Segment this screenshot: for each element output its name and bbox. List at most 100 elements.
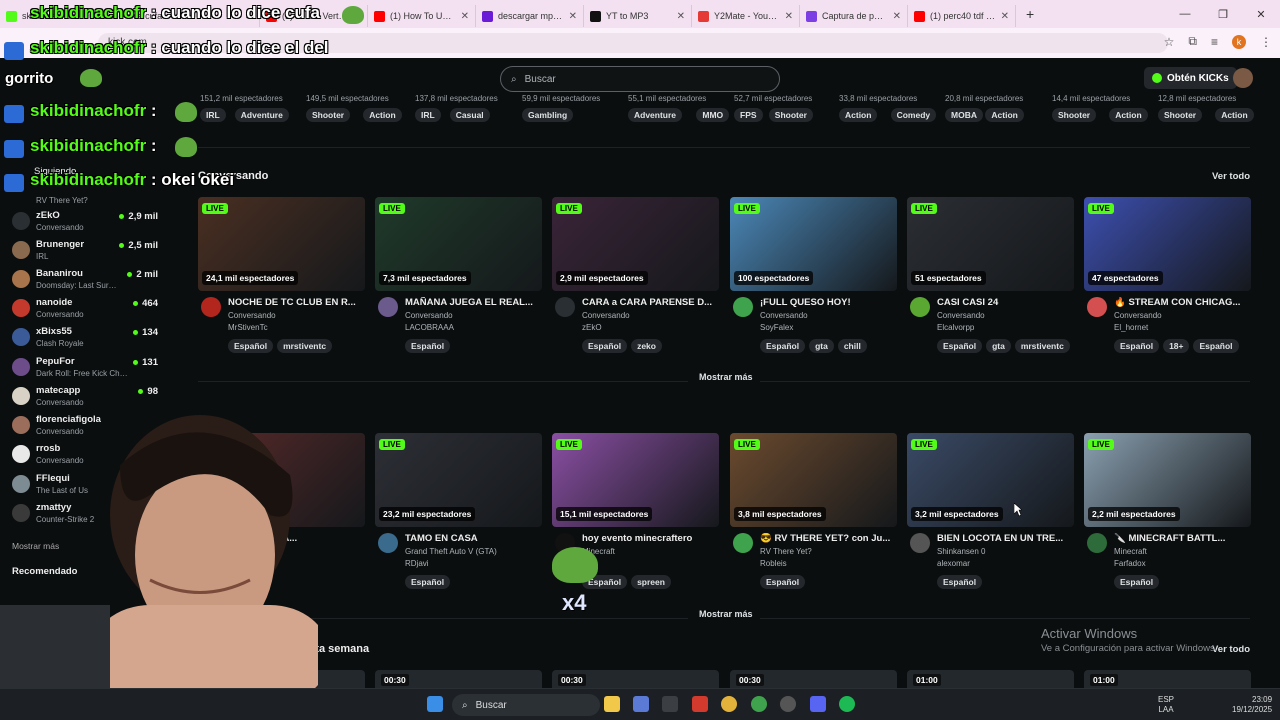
stream-tag[interactable]: Español: [1193, 339, 1239, 353]
channel-name[interactable]: MrStivenTc: [228, 323, 268, 332]
stream-tag[interactable]: Español: [760, 575, 806, 589]
browser-tab[interactable]: YT to MP3 ✕: [584, 5, 692, 27]
channel-avatar[interactable]: [1087, 533, 1107, 553]
category-tag[interactable]: Shooter: [306, 108, 351, 122]
stream-thumbnail[interactable]: LIVE 51 espectadores: [907, 197, 1074, 291]
stream-tag[interactable]: Español: [405, 575, 451, 589]
stream-title[interactable]: CASI CASI 24: [937, 297, 1073, 308]
app-icon-w[interactable]: [692, 696, 708, 712]
stream-thumbnail[interactable]: LIVE 47 espectadores: [1084, 197, 1251, 291]
stream-tag[interactable]: Español: [405, 339, 451, 353]
discord-icon[interactable]: [810, 696, 826, 712]
chrome-icon[interactable]: [721, 696, 737, 712]
taskbar-search[interactable]: ⌕ Buscar: [452, 694, 600, 716]
category-tag[interactable]: Action: [985, 108, 1024, 122]
stream-card[interactable]: LIVE 100 espectadores ¡FULL QUESO HOY! Conv…: [730, 197, 897, 367]
tab-close-icon[interactable]: ✕: [677, 11, 685, 22]
stream-tag[interactable]: spreen: [631, 575, 671, 589]
stream-tag[interactable]: Español: [937, 575, 983, 589]
stream-category[interactable]: Shinkansen 0: [937, 547, 985, 556]
close-window-icon[interactable]: ✕: [1242, 8, 1280, 21]
stream-thumbnail[interactable]: LIVE 24,1 mil espectadores: [198, 197, 365, 291]
channel-name[interactable]: El_hornet: [1114, 323, 1148, 332]
category-tag[interactable]: Shooter: [768, 108, 813, 122]
stream-tag[interactable]: zeko: [631, 339, 662, 353]
stream-tag[interactable]: chill: [837, 339, 867, 353]
stream-category[interactable]: Conversando: [405, 311, 453, 320]
stream-thumbnail[interactable]: LIVE 2,9 mil espectadores: [552, 197, 719, 291]
tab-close-icon[interactable]: ✕: [893, 11, 901, 22]
minimize-icon[interactable]: —: [1166, 8, 1204, 20]
get-kicks-button[interactable]: Obtén KICKs: [1144, 67, 1237, 89]
tab-close-icon[interactable]: ✕: [461, 11, 469, 22]
channel-avatar[interactable]: [378, 297, 398, 317]
app-icon[interactable]: [633, 696, 649, 712]
stream-tag[interactable]: mrstiventc: [277, 339, 333, 353]
search-input[interactable]: ⌕ Buscar: [500, 66, 780, 92]
stream-category[interactable]: Conversando: [582, 311, 630, 320]
category-tag[interactable]: Gambling: [522, 108, 574, 122]
stream-card[interactable]: LIVE 3,8 mil espectadores 😎 RV THERE YET? …: [730, 433, 897, 603]
menu-kebab-icon[interactable]: ⋮: [1260, 35, 1272, 49]
category-tag[interactable]: Action: [1109, 108, 1148, 122]
browser-tab[interactable]: Y2Mate - YouTube ✕: [692, 5, 800, 27]
extensions-icon[interactable]: ⧉: [1188, 34, 1197, 49]
stream-tag[interactable]: Español: [1114, 575, 1160, 589]
video-thumbnail[interactable]: 00:30: [552, 670, 719, 690]
channel-name[interactable]: zEkO: [582, 323, 602, 332]
stream-title[interactable]: 🔥 STREAM CON CHICAG...: [1114, 297, 1250, 308]
channel-name[interactable]: SoyFalex: [760, 323, 793, 332]
stream-thumbnail[interactable]: LIVE 23,2 mil espectadores: [375, 433, 542, 527]
stream-category[interactable]: Minecraft: [1114, 547, 1147, 556]
channel-avatar[interactable]: [910, 297, 930, 317]
video-thumbnail[interactable]: 01:00: [1084, 670, 1251, 690]
profile-avatar[interactable]: k: [1232, 34, 1246, 49]
store-icon[interactable]: [662, 696, 678, 712]
stream-category[interactable]: Conversando: [228, 311, 276, 320]
category-tag[interactable]: MOBA: [945, 108, 983, 122]
stream-thumbnail[interactable]: LIVE 2,2 mil espectadores: [1084, 433, 1251, 527]
media-icon[interactable]: ≡: [1211, 35, 1218, 49]
channel-name[interactable]: Elcalvorpp: [937, 323, 974, 332]
stream-card[interactable]: LIVE 24,1 mil espectadores NOCHE DE TC CLU…: [198, 197, 365, 367]
category-tag[interactable]: Shooter: [1052, 108, 1097, 122]
category-tag[interactable]: Adventure: [234, 108, 289, 122]
category-tag[interactable]: MMO: [696, 108, 730, 122]
tab-close-icon[interactable]: ✕: [1001, 11, 1009, 22]
sidebar-item-zeko[interactable]: zEkO Conversando 2,9 mil: [8, 208, 162, 237]
stream-tag[interactable]: Español: [582, 339, 628, 353]
stream-tag[interactable]: Español: [1114, 339, 1160, 353]
file-explorer-icon[interactable]: [604, 696, 620, 712]
windows-start-icon[interactable]: [427, 696, 443, 712]
stream-tag[interactable]: gta: [986, 339, 1011, 353]
stream-card[interactable]: LIVE 2,9 mil espectadores CARA a CARA PARE…: [552, 197, 719, 367]
stream-title[interactable]: TAMO EN CASA: [405, 533, 541, 544]
video-thumbnail[interactable]: 00:30: [730, 670, 897, 690]
category-tag[interactable]: Adventure: [628, 108, 683, 122]
stream-title[interactable]: 🔪 MINECRAFT BATTL...: [1114, 533, 1250, 544]
channel-avatar[interactable]: [1087, 297, 1107, 317]
tab-close-icon[interactable]: ✕: [569, 11, 577, 22]
spotify-icon[interactable]: [839, 696, 855, 712]
channel-name[interactable]: RDjavi: [405, 559, 429, 568]
stream-title[interactable]: BIEN LOCOTA EN UN TRE...: [937, 533, 1073, 544]
channel-name[interactable]: LACOBRAAA: [405, 323, 454, 332]
stream-thumbnail[interactable]: LIVE 3,8 mil espectadores: [730, 433, 897, 527]
stream-card[interactable]: LIVE 2,2 mil espectadores 🔪 MINECRAFT BATT…: [1084, 433, 1251, 603]
channel-avatar[interactable]: [733, 533, 753, 553]
channel-name[interactable]: alexomar: [937, 559, 970, 568]
tab-close-icon[interactable]: ✕: [785, 11, 793, 22]
stream-thumbnail[interactable]: LIVE 7,3 mil espectadores: [375, 197, 542, 291]
category-tag[interactable]: Shooter: [1158, 108, 1203, 122]
browser-tab[interactable]: descargar mp3 de ✕: [476, 5, 584, 27]
channel-avatar[interactable]: [733, 297, 753, 317]
browser-tab[interactable]: Captura de panta ✕: [800, 5, 908, 27]
clock[interactable]: 23:09 19/12/2025: [1232, 695, 1272, 715]
stream-thumbnail[interactable]: LIVE 100 espectadores: [730, 197, 897, 291]
bookmark-star-icon[interactable]: ☆: [1164, 35, 1175, 49]
stream-card[interactable]: LIVE 3,2 mil espectadores BIEN LOCOTA EN U…: [907, 433, 1074, 603]
browser-tab[interactable]: (1) perc40 tdf typ ✕: [908, 5, 1016, 27]
stream-category[interactable]: RV There Yet?: [760, 547, 812, 556]
show-more-button[interactable]: Mostrar más: [699, 372, 753, 382]
stream-title[interactable]: NOCHE DE TC CLUB EN R...: [228, 297, 364, 308]
